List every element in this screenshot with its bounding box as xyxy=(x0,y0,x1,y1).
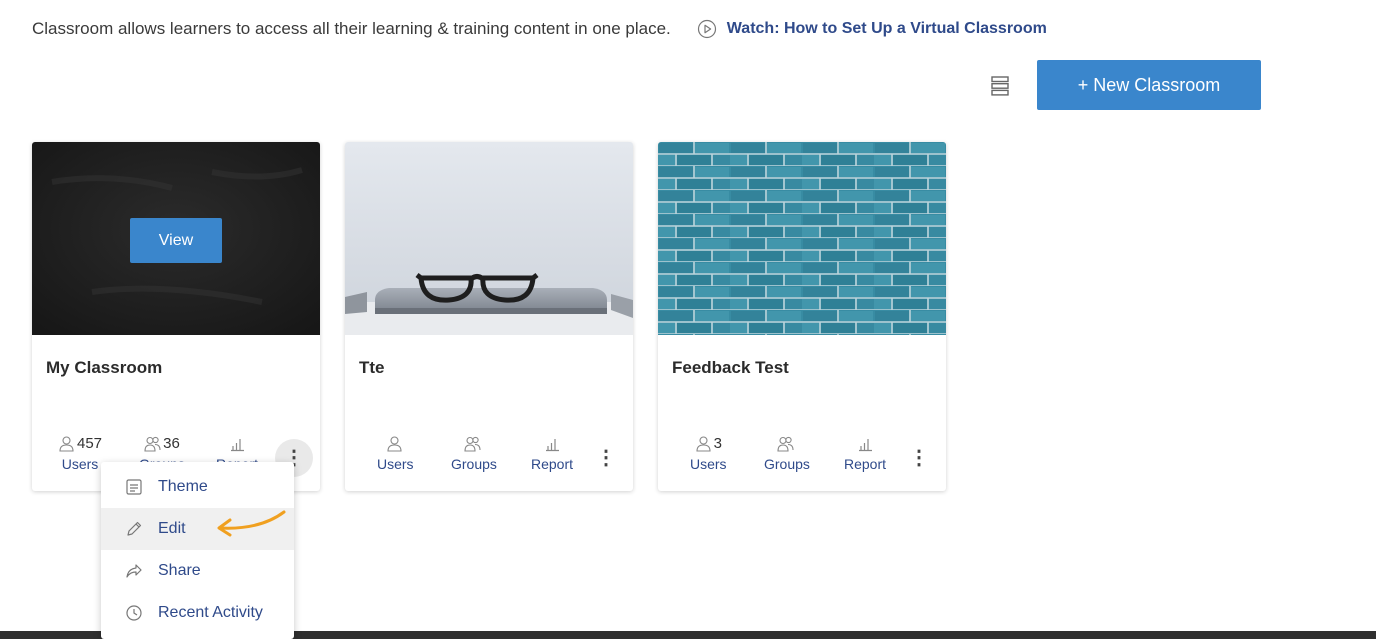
menu-label: Theme xyxy=(158,478,208,495)
user-icon xyxy=(387,435,402,452)
clock-icon xyxy=(126,605,142,621)
share-icon xyxy=(126,564,142,578)
play-circle-icon xyxy=(697,19,716,39)
menu-item-share[interactable]: Share xyxy=(101,550,294,592)
pencil-icon xyxy=(127,521,142,536)
watch-video-label: Watch: How to Set Up a Virtual Classroom xyxy=(726,20,1047,37)
theme-icon xyxy=(126,479,142,495)
group-icon xyxy=(777,436,795,452)
report-label: Report xyxy=(531,456,574,472)
menu-label: Edit xyxy=(158,520,186,537)
bar-chart-icon xyxy=(858,438,872,451)
users-stat[interactable]: Users xyxy=(377,434,414,472)
users-stat[interactable]: 457 Users xyxy=(58,434,102,472)
group-icon xyxy=(144,436,161,452)
groups-label: Groups xyxy=(764,456,810,472)
new-classroom-button[interactable]: + New Classroom xyxy=(1037,60,1261,110)
classroom-card-tte[interactable]: Tte Users Groups Report ⋮ xyxy=(345,142,633,491)
card-menu-button[interactable]: ⋮ xyxy=(900,439,938,477)
users-count: 457 xyxy=(77,434,103,452)
card-title: Tte xyxy=(359,358,385,377)
menu-label: Recent Activity xyxy=(158,604,263,621)
menu-label: Share xyxy=(158,562,201,579)
user-icon xyxy=(59,435,74,452)
annotation-arrow-icon xyxy=(217,510,286,537)
groups-label: Groups xyxy=(451,456,497,472)
report-label: Report xyxy=(844,456,887,472)
card-image-glasses[interactable] xyxy=(345,142,633,335)
view-button[interactable]: View xyxy=(130,218,222,263)
list-view-icon[interactable] xyxy=(991,76,1009,96)
users-label: Users xyxy=(377,456,414,472)
card-image-chalkboard[interactable]: View xyxy=(32,142,320,335)
intro-bar: Classroom allows learners to access all … xyxy=(32,18,1047,40)
users-stat[interactable]: 3 Users xyxy=(690,434,727,473)
users-label: Users xyxy=(61,456,99,472)
classroom-card-feedback-test[interactable]: Feedback Test 3 Users Groups Report ⋮ xyxy=(658,142,946,491)
card-context-menu: Theme Edit Share Recent Activity xyxy=(101,462,294,639)
card-title: My Classroom xyxy=(46,358,163,377)
groups-stat[interactable]: Groups xyxy=(764,434,810,472)
report-stat[interactable]: Report xyxy=(531,434,573,472)
card-image-brick-wall[interactable] xyxy=(658,142,946,335)
menu-item-recent-activity[interactable]: Recent Activity xyxy=(101,592,294,634)
watch-video-link[interactable]: Watch: How to Set Up a Virtual Classroom xyxy=(697,19,1047,39)
glasses-laptop-image xyxy=(345,142,633,335)
report-stat[interactable]: Report xyxy=(844,434,886,472)
menu-item-theme[interactable]: Theme xyxy=(101,466,294,508)
bar-chart-icon xyxy=(230,438,244,451)
bar-chart-icon xyxy=(545,438,559,451)
users-label: Users xyxy=(690,456,727,472)
user-icon xyxy=(696,435,711,452)
kebab-icon: ⋮ xyxy=(909,447,929,469)
classroom-card-my-classroom[interactable]: View My Classroom 457 Users 36 Groups Re… xyxy=(32,142,320,491)
groups-count: 36 xyxy=(163,434,180,452)
card-title: Feedback Test xyxy=(672,358,789,377)
group-icon xyxy=(464,436,482,452)
kebab-icon: ⋮ xyxy=(596,447,616,469)
brick-wall-image xyxy=(658,142,946,335)
intro-text: Classroom allows learners to access all … xyxy=(32,19,671,38)
users-count: 3 xyxy=(713,434,722,452)
card-menu-button[interactable]: ⋮ xyxy=(587,439,625,477)
groups-stat[interactable]: Groups xyxy=(451,434,497,472)
